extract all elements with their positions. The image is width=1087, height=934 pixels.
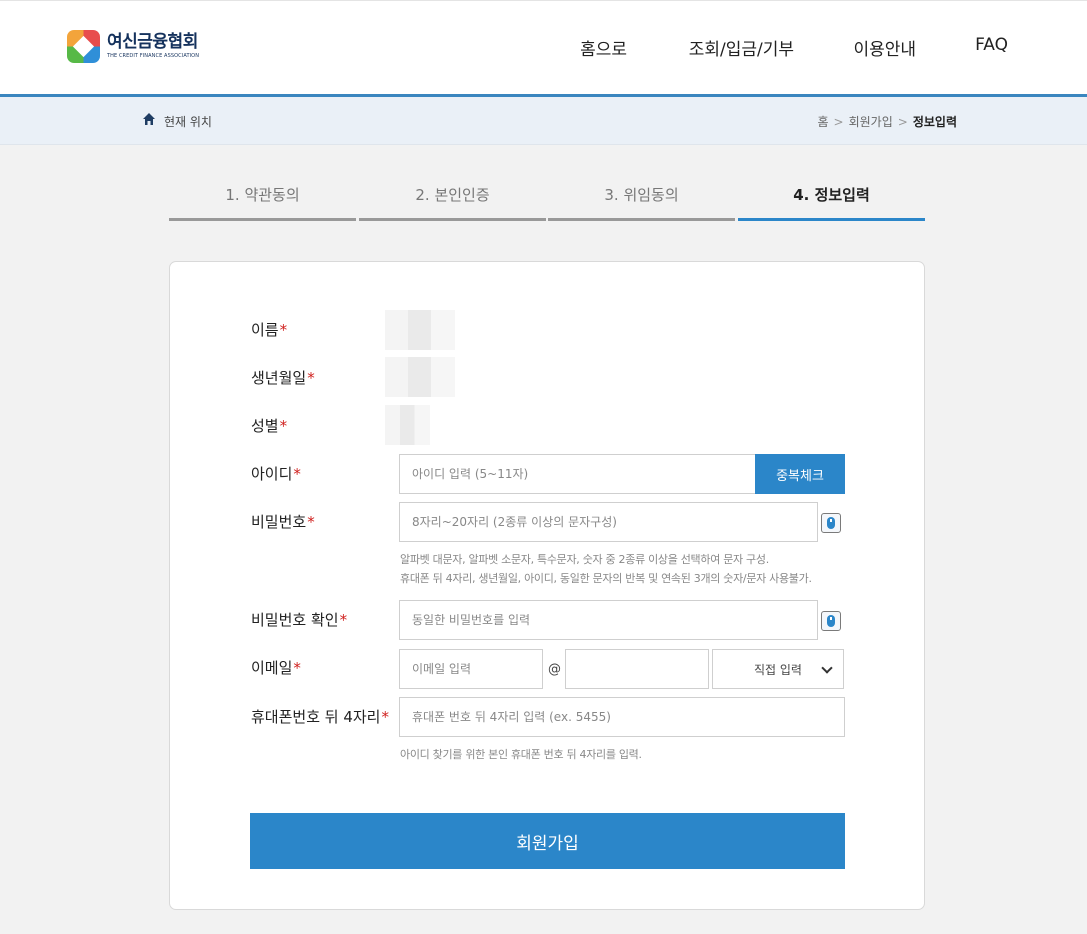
breadcrumb-current: 정보입력 [912,115,957,129]
duplicate-check-button[interactable]: 중복체크 [755,454,845,494]
breadcrumb-signup[interactable]: 회원가입 [849,115,893,129]
step-info-input: 4. 정보입력 [738,172,925,221]
password-hint-1: 알파벳 대문자, 알파벳 소문자, 특수문자, 숫자 중 2종류 이상을 선택하… [400,553,769,566]
phone-last4-input[interactable] [399,697,845,737]
phone-label: 휴대폰번호 뒤 4자리* [251,708,389,726]
nav-usage-guide[interactable]: 이용안내 [853,35,916,60]
breadcrumb: 홈 > 회원가입 > 정보입력 [817,113,957,130]
breadcrumb-separator-icon: > [833,115,844,129]
logo-mark-icon [67,30,100,63]
birth-value-redacted [385,357,455,397]
signup-form: 이름* 생년월일* 성별* 아이디* 중복체크 비밀번호* 알파벳 대문자, 알… [169,261,925,910]
home-icon [143,113,155,125]
required-mark: * [381,708,389,726]
nav-inquiry-deposit-donation[interactable]: 조회/입금/기부 [689,35,794,60]
step-identity-verification: 2. 본인인증 [359,172,546,221]
signup-steps: 1. 약관동의 2. 본인인증 3. 위임동의 4. 정보입력 [169,172,925,222]
email-at-symbol: @ [548,662,561,677]
name-value-redacted [385,310,455,350]
password-confirm-label: 비밀번호 확인* [251,611,348,629]
id-input[interactable] [399,454,756,494]
logo[interactable]: 여신금융협회 THE CREDIT FINANCE ASSOCIATION [67,30,199,63]
site-header: 여신금융협회 THE CREDIT FINANCE ASSOCIATION 홈으… [0,0,1087,94]
gender-label: 성별* [251,417,288,435]
required-mark: * [307,513,315,531]
email-id-input[interactable] [399,649,543,689]
required-mark: * [339,611,348,629]
step-terms-agreement: 1. 약관동의 [169,172,356,221]
email-domain-select[interactable]: 직접 입력 [712,649,844,689]
gender-value-redacted [385,405,430,445]
password-hint-2: 휴대폰 뒤 4자리, 생년월일, 아이디, 동일한 문자의 반복 및 연속된 3… [400,572,812,585]
chevron-down-icon [821,662,833,674]
signup-submit-button[interactable]: 회원가입 [250,813,845,869]
nav-home[interactable]: 홈으로 [580,35,627,60]
show-password-confirm-icon[interactable] [821,611,841,631]
required-mark: * [279,321,288,339]
password-confirm-input[interactable] [399,600,818,640]
show-password-icon[interactable] [821,513,841,533]
password-input[interactable] [399,502,818,542]
location-label: 현재 위치 [164,115,212,129]
email-label: 이메일* [251,659,301,677]
breadcrumb-separator-icon: > [897,115,908,129]
logo-subtitle: THE CREDIT FINANCE ASSOCIATION [107,53,200,59]
required-mark: * [307,369,315,387]
email-domain-input[interactable] [565,649,709,689]
required-mark: * [279,417,288,435]
nav-faq[interactable]: FAQ [975,35,1008,55]
step-delegation-consent: 3. 위임동의 [548,172,735,221]
birth-label: 생년월일* [251,369,315,387]
location-bar: 현재 위치 홈 > 회원가입 > 정보입력 [0,97,1087,145]
name-label: 이름* [251,321,288,339]
phone-hint: 아이디 찾기를 위한 본인 휴대폰 번호 뒤 4자리를 입력. [400,748,642,761]
password-label: 비밀번호* [251,513,315,531]
breadcrumb-home[interactable]: 홈 [817,115,828,129]
id-label: 아이디* [251,465,301,483]
required-mark: * [293,465,301,483]
required-mark: * [293,659,301,677]
logo-name: 여신금융협회 [107,32,198,52]
